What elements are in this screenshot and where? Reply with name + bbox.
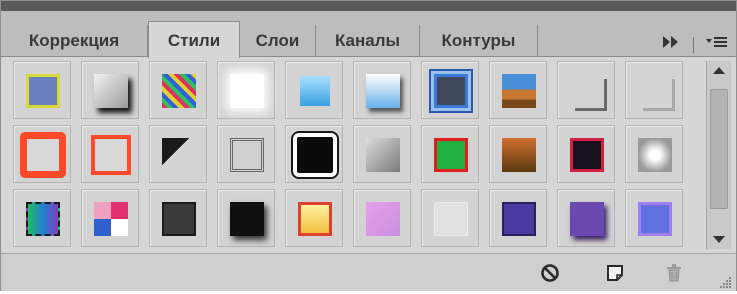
multicolor-pattern-style: [162, 74, 196, 108]
style-cell[interactable]: [13, 125, 71, 183]
style-cell[interactable]: [625, 125, 683, 183]
style-cell[interactable]: [557, 125, 615, 183]
tab-styles[interactable]: Стили: [148, 21, 240, 58]
red-black-frame-style: [570, 138, 604, 172]
style-cell[interactable]: [217, 61, 275, 119]
tab-bar: Коррекция Стили Слои Каналы Контуры: [1, 11, 736, 58]
bottom-toolbar: [1, 253, 736, 291]
style-cell[interactable]: [353, 125, 411, 183]
trash-icon[interactable]: [663, 262, 685, 284]
gray-bevel-style: [366, 138, 400, 172]
green-red-frame-style: [434, 138, 468, 172]
sky-gradient-style: [366, 74, 400, 108]
clear-style-icon[interactable]: [539, 262, 561, 284]
menu-separator: [692, 37, 694, 54]
style-cell[interactable]: [13, 189, 71, 247]
style-cell[interactable]: [285, 189, 343, 247]
black-corner-style: [162, 138, 196, 172]
style-cell[interactable]: [353, 189, 411, 247]
style-cell[interactable]: [81, 125, 139, 183]
black-shadow-style: [230, 202, 264, 236]
style-cell[interactable]: [489, 125, 547, 183]
style-cell[interactable]: [557, 189, 615, 247]
panel-top-edge: [1, 1, 736, 11]
style-cell[interactable]: [625, 61, 683, 119]
tab-correction[interactable]: Коррекция: [1, 25, 148, 57]
style-cell[interactable]: [217, 125, 275, 183]
tab-menu-controls: [661, 35, 728, 55]
rainbow-dashed-style: [26, 202, 60, 236]
style-cell[interactable]: [421, 125, 479, 183]
style-cell[interactable]: [285, 125, 343, 183]
red-thick-stroke-style: [20, 132, 66, 178]
lilac-pastel-style: [366, 202, 400, 236]
landscape-gradient-style: [502, 74, 536, 108]
tab-channels[interactable]: Каналы: [316, 25, 420, 57]
styles-panel: Коррекция Стили Слои Каналы Контуры: [0, 0, 737, 291]
style-swatch-grid: [7, 61, 702, 249]
style-cell[interactable]: [149, 189, 207, 247]
panel-menu-icon[interactable]: [706, 35, 728, 55]
style-cell[interactable]: [625, 189, 683, 247]
gray-corner-light-style: [638, 74, 672, 108]
resize-grip-icon[interactable]: [718, 275, 732, 289]
style-cell[interactable]: [285, 61, 343, 119]
red-thin-stroke-style: [91, 135, 131, 175]
light-blue-gradient-style: [300, 76, 330, 106]
tab-layers[interactable]: Слои: [240, 25, 316, 57]
style-cell[interactable]: [81, 61, 139, 119]
style-cell[interactable]: [489, 189, 547, 247]
pinwheel-pattern-style: [94, 202, 128, 236]
purple-shadow-style: [570, 202, 604, 236]
scrollbar-thumb[interactable]: [710, 89, 728, 209]
brown-texture-style: [502, 138, 536, 172]
style-cell[interactable]: [353, 61, 411, 119]
yellow-red-frame-style: [298, 202, 332, 236]
scroll-down-icon[interactable]: [713, 236, 725, 243]
style-cell[interactable]: [421, 61, 479, 119]
purple-blue-frame-style: [502, 202, 536, 236]
gray-inset-frame-style: [230, 138, 264, 172]
black-white-stroke-style: [293, 133, 337, 177]
white-glow-style: [230, 74, 264, 108]
style-cell[interactable]: [81, 189, 139, 247]
style-cell[interactable]: [149, 61, 207, 119]
style-cell[interactable]: [149, 125, 207, 183]
double-chevron-right-icon[interactable]: [661, 35, 681, 55]
blue-double-frame-style: [434, 74, 468, 108]
style-cell[interactable]: [421, 189, 479, 247]
vertical-scrollbar[interactable]: [706, 61, 731, 249]
style-cell[interactable]: [217, 189, 275, 247]
gray-corner-shadow-style: [570, 74, 604, 108]
gray-drop-shadow-style: [94, 74, 128, 108]
style-cell[interactable]: [489, 61, 547, 119]
style-cell[interactable]: [13, 61, 71, 119]
dark-gray-style: [162, 202, 196, 236]
scroll-up-icon[interactable]: [713, 67, 725, 74]
white-faint-style: [434, 202, 468, 236]
new-style-icon[interactable]: [604, 262, 626, 284]
blue-purple-frame-style: [638, 202, 672, 236]
tab-paths[interactable]: Контуры: [420, 25, 538, 57]
style-cell[interactable]: [557, 61, 615, 119]
sparkle-texture-style: [638, 138, 672, 172]
blue-yellow-outline-style: [26, 74, 60, 108]
